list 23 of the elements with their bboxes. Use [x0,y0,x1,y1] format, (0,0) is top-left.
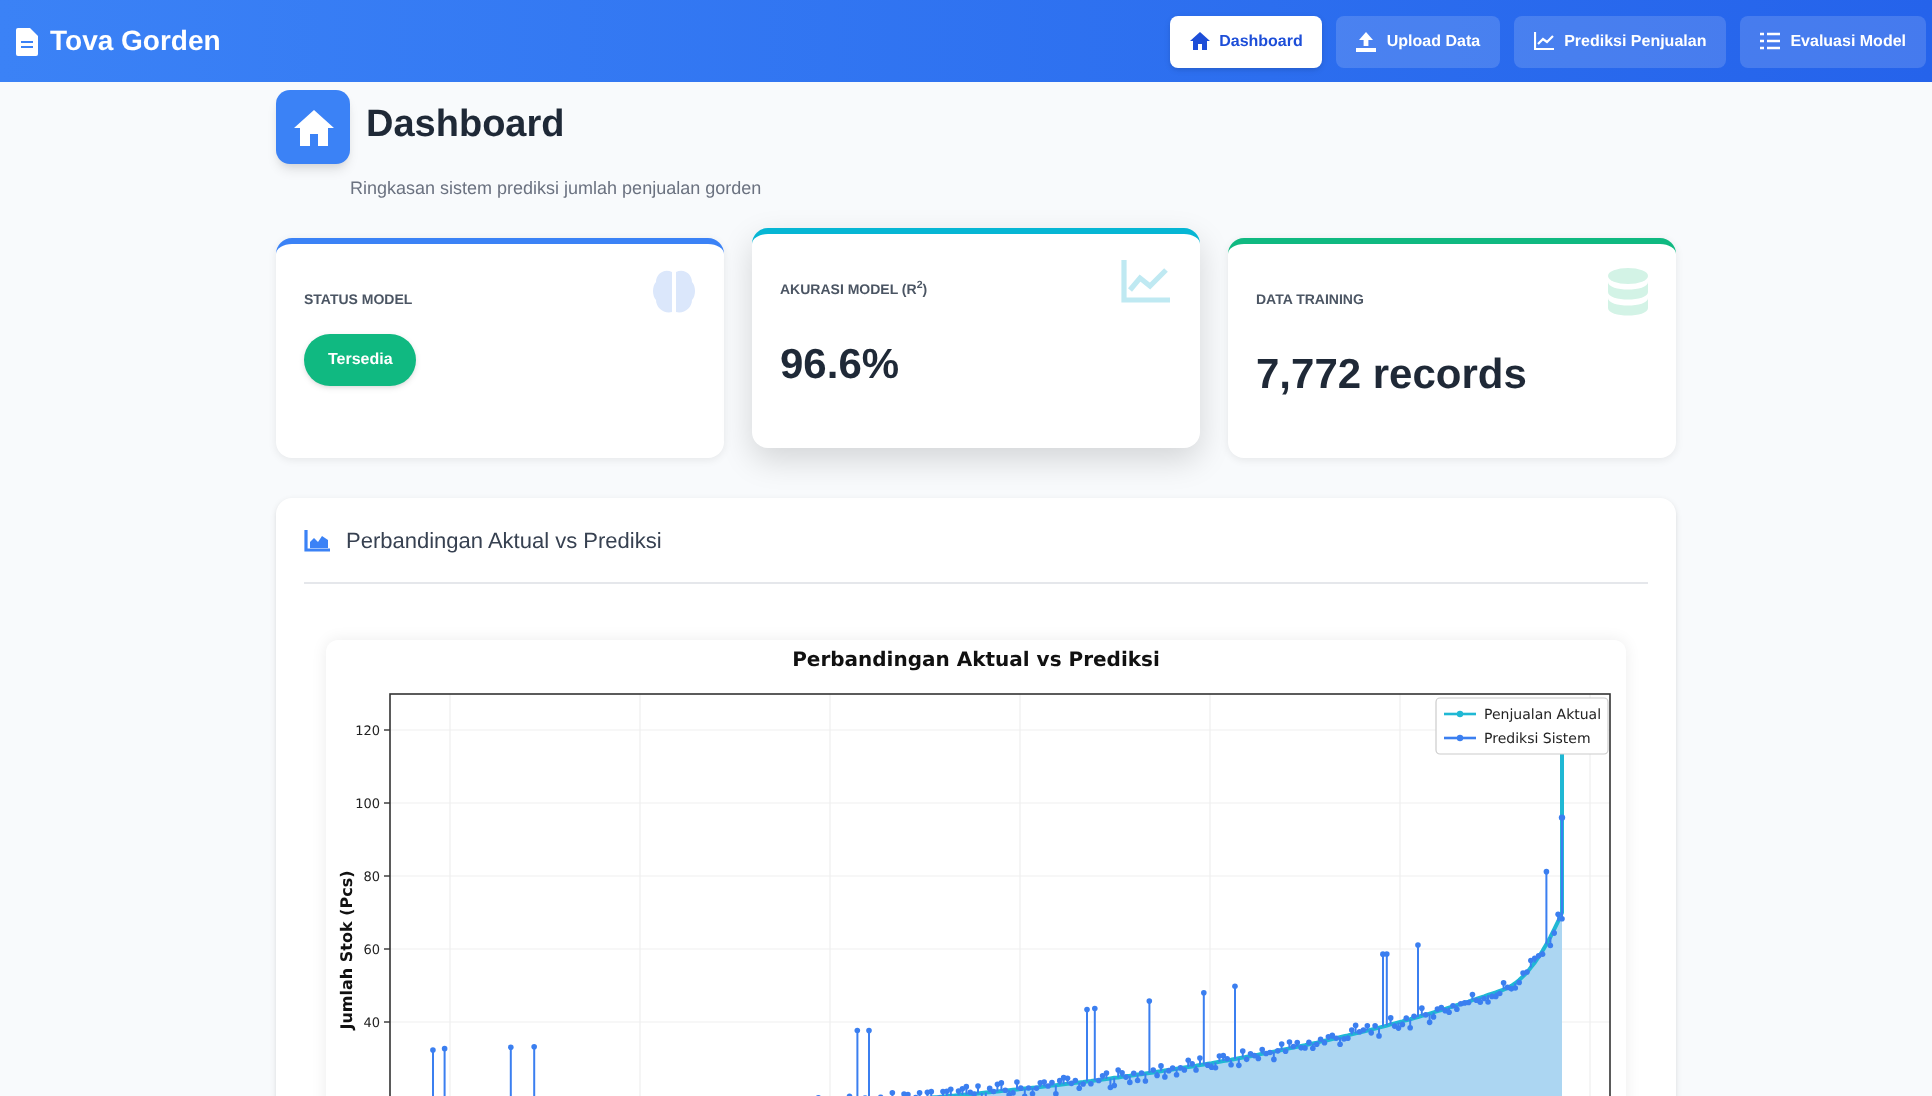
axis-label: Jumlah Stok (Pcs) [338,870,356,1030]
home-badge-icon [276,90,350,164]
brand-name[interactable]: Tova Gorden [50,20,221,62]
database-icon [1608,267,1648,315]
nav-tab[interactable]: Dashboard [1169,15,1323,67]
home-icon [1189,32,1210,50]
nav-tab[interactable]: Upload Data [1336,15,1501,67]
chart-section-title: Perbandingan Aktual vs Prediksi [346,527,662,557]
stat-value: 7,772 records [1256,349,1529,401]
area-chart-icon [304,530,330,553]
page-subtitle: Ringkasan sistem prediksi jumlah penjualan gorden [350,176,764,202]
list-icon [1760,32,1781,50]
document-icon [16,27,38,55]
nav-tab[interactable]: Evaluasi Model [1740,15,1926,67]
nav-tab[interactable]: Prediksi Penjualan [1514,15,1727,67]
status-badge: Tersedia [304,333,417,385]
plot-title: Perbandingan Aktual vs Prediksi [792,650,1160,672]
upload-icon [1356,31,1377,51]
stat-value: 96.6% [780,339,902,391]
page-title: Dashboard [366,102,565,151]
line-chart-icon [1534,32,1555,50]
line-chart-icon [1120,257,1172,305]
brain-icon [652,267,696,315]
